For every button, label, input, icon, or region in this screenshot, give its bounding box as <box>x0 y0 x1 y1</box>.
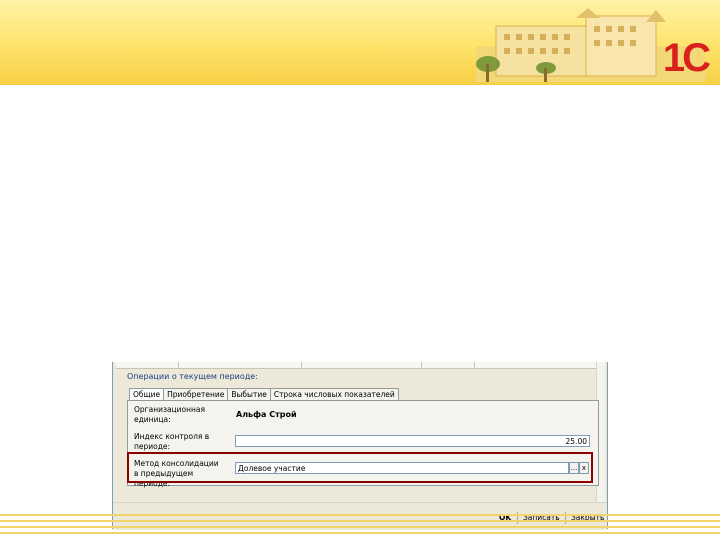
grid-header-strip <box>116 362 604 369</box>
1c-logo: 1С <box>662 36 711 80</box>
highlight-frame <box>127 452 593 483</box>
dialog-window: Операции о текущем периоде: Общие Приобр… <box>112 362 608 530</box>
group-title: Операции о текущем периоде: <box>127 372 258 381</box>
header-banner: 1С <box>0 0 720 85</box>
logo-text: 1С <box>662 36 711 80</box>
control-index-input[interactable]: 25.00 <box>235 435 590 447</box>
bottom-stripes <box>0 510 720 540</box>
tab-bar: Общие Приобретение Выбытие Строка числов… <box>129 388 399 402</box>
org-unit-value: Альфа Строй <box>236 410 297 419</box>
org-unit-label: Организационная единица: <box>134 405 206 424</box>
control-index-label: Индекс контроля в периоде: <box>134 432 210 451</box>
